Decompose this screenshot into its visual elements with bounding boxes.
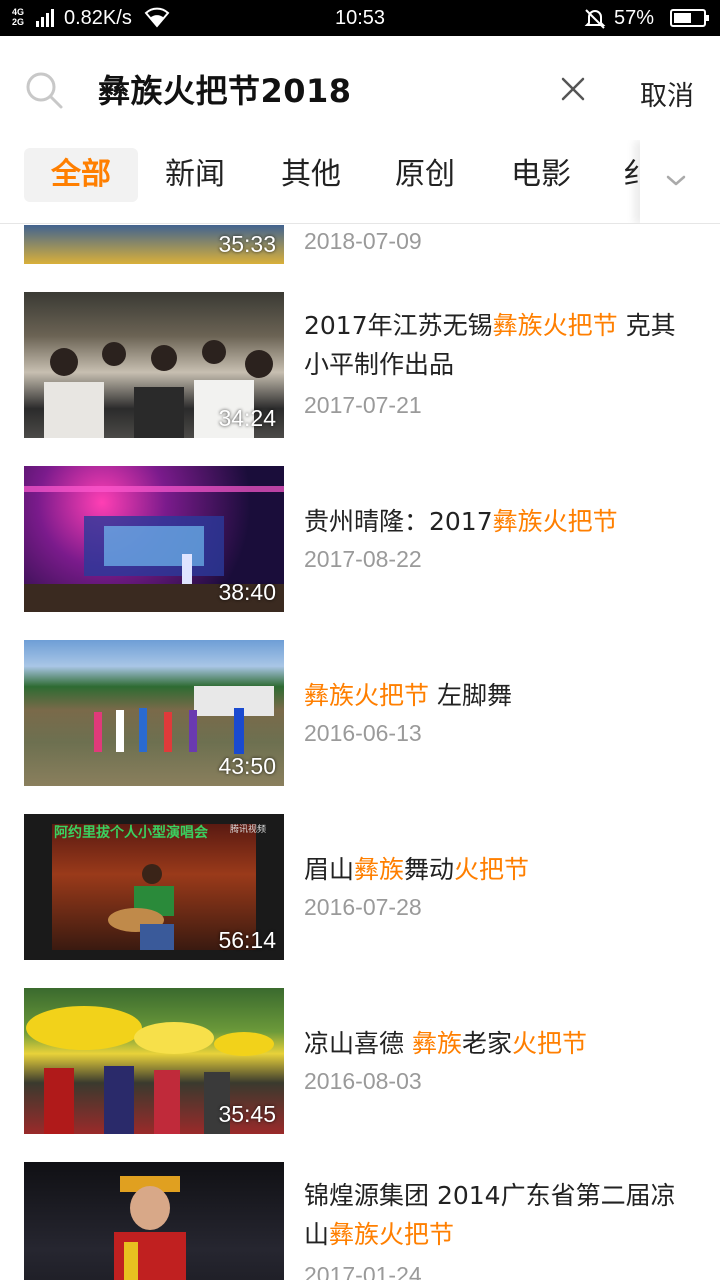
video-duration: 35:45	[218, 1101, 276, 1127]
video-title[interactable]: 锦煌源集团 2014广东省第二届凉山彝族火把节	[304, 1176, 694, 1254]
tab-movie[interactable]: 电影	[486, 148, 596, 202]
search-input[interactable]: 彝族火把节2018	[98, 66, 352, 112]
list-item[interactable]: 34:24 2017年江苏无锡彝族火把节 克其小平制作出品 2017-07-21	[0, 292, 720, 438]
video-date: 2017-01-24	[304, 1262, 422, 1280]
list-item[interactable]: 43:50 彝族火把节 左脚舞 2016-06-13	[0, 640, 720, 786]
tabs-expand-button[interactable]	[640, 140, 720, 223]
status-bar: 4G 2G 0.82K/s 10:53 57%	[0, 0, 720, 36]
clear-icon[interactable]	[556, 72, 590, 106]
list-item[interactable]: 阿约里拔个人小型演唱会 腾讯视频 56:14 眉山彝族舞动火把节 2016-07…	[0, 814, 720, 960]
video-duration: 43:50	[218, 753, 276, 779]
video-duration: 38:40	[218, 579, 276, 605]
search-icon	[26, 72, 63, 109]
video-title[interactable]: 2017年江苏无锡彝族火把节 克其小平制作出品	[304, 306, 694, 384]
results-list: 35:33 2018-07-09 34:24 2017年江苏无锡彝族火把节 克其…	[0, 225, 720, 1280]
category-tabs: 全部 新闻 其他 原创 电影 纟	[0, 140, 720, 224]
video-date: 2017-08-22	[304, 546, 422, 572]
cancel-button[interactable]: 取消	[640, 74, 694, 113]
video-date: 2016-08-03	[304, 1068, 422, 1094]
video-duration: 56:14	[218, 927, 276, 953]
video-thumbnail[interactable]: 34:24	[24, 292, 284, 438]
mute-bell-icon	[584, 9, 606, 29]
list-item[interactable]: 锦煌源集团 2014广东省第二届凉山彝族火把节 2017-01-24	[0, 1162, 720, 1280]
video-date: 2017-07-21	[304, 392, 422, 418]
video-thumbnail[interactable]: 38:40	[24, 466, 284, 612]
video-thumbnail[interactable]: 43:50	[24, 640, 284, 786]
video-thumbnail[interactable]: 35:45	[24, 988, 284, 1134]
video-date: 2016-06-13	[304, 720, 422, 746]
tab-all[interactable]: 全部	[24, 148, 138, 202]
video-date: 2016-07-28	[304, 894, 422, 920]
tab-other[interactable]: 其他	[256, 148, 366, 202]
video-title[interactable]: 眉山彝族舞动火把节	[304, 850, 694, 889]
video-thumbnail[interactable]	[24, 1162, 284, 1280]
clock: 10:53	[334, 7, 386, 29]
search-header: 彝族火把节2018 取消	[0, 36, 720, 140]
tab-original[interactable]: 原创	[370, 148, 480, 202]
list-item[interactable]: 35:45 凉山喜德 彝族老家火把节 2016-08-03	[0, 988, 720, 1134]
chevron-down-icon	[666, 175, 686, 186]
video-thumbnail[interactable]: 35:33	[24, 225, 284, 264]
video-title[interactable]: 彝族火把节 左脚舞	[304, 676, 694, 715]
video-title[interactable]: 贵州晴隆：2017彝族火把节	[304, 502, 694, 541]
tab-news[interactable]: 新闻	[140, 148, 250, 202]
battery-percent: 57%	[614, 7, 655, 29]
video-thumbnail[interactable]: 阿约里拔个人小型演唱会 腾讯视频 56:14	[24, 814, 284, 960]
video-title[interactable]: 凉山喜德 彝族老家火把节	[304, 1024, 694, 1063]
video-date: 2018-07-09	[304, 228, 422, 254]
battery-icon	[670, 9, 709, 27]
list-item[interactable]: 35:33 2018-07-09	[0, 225, 720, 264]
list-item[interactable]: 38:40 贵州晴隆：2017彝族火把节 2017-08-22	[0, 466, 720, 612]
video-duration: 34:24	[218, 405, 276, 431]
performer-image	[114, 1176, 186, 1280]
video-duration: 35:33	[218, 231, 276, 257]
